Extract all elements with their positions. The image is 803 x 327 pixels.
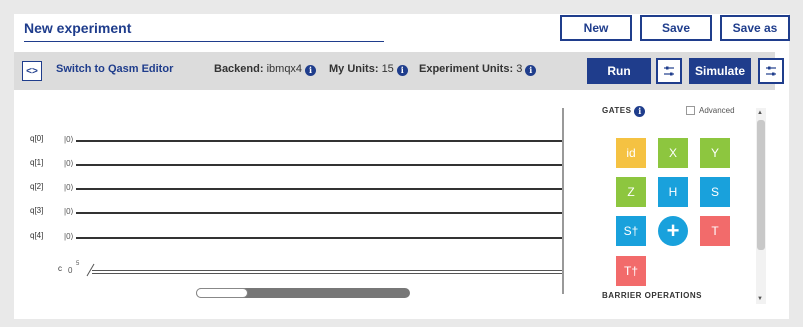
backend-info-icon[interactable]: i	[305, 65, 317, 76]
run-settings-button[interactable]	[656, 58, 682, 84]
gate-s-dagger[interactable]: S†	[616, 216, 646, 246]
title-underline	[24, 41, 384, 42]
circuit-panel-divider	[562, 108, 564, 294]
new-button[interactable]: New	[560, 15, 632, 41]
classical-wire-bottom	[92, 273, 562, 274]
simulate-settings-button[interactable]	[758, 58, 784, 84]
qubit-wire-1[interactable]	[76, 164, 562, 166]
save-as-button[interactable]: Save as	[720, 15, 790, 41]
vertical-scroll-thumb[interactable]	[757, 120, 765, 250]
my-units-info-icon[interactable]: i	[396, 65, 408, 76]
advanced-toggle[interactable]: Advanced	[686, 106, 735, 115]
gate-y[interactable]: Y	[700, 138, 730, 168]
experiment-units-info-icon[interactable]: i	[525, 65, 537, 76]
qubit-ket-0: |0⟩	[64, 135, 74, 144]
add-gate-button[interactable]: +	[658, 216, 688, 246]
qubit-wire-0[interactable]	[76, 140, 562, 142]
experiment-title[interactable]: New experiment	[24, 20, 131, 36]
gate-t-dagger[interactable]: T†	[616, 256, 646, 286]
experiment-units-value: 3	[516, 63, 523, 75]
backend-value[interactable]: ibmqx4	[267, 63, 302, 75]
qubit-ket-1: |0⟩	[64, 159, 74, 168]
switch-to-qasm-editor-link[interactable]: Switch to Qasm Editor	[56, 63, 173, 75]
gate-x[interactable]: X	[658, 138, 688, 168]
advanced-checkbox[interactable]	[686, 106, 695, 115]
settings-sliders-icon	[766, 66, 776, 76]
qubit-label-3: q[3]	[30, 206, 44, 215]
toolbar: <> Switch to Qasm Editor Backend: ibmqx4…	[14, 52, 784, 90]
gates-title: GATES	[602, 106, 632, 115]
qubit-ket-3: |0⟩	[64, 207, 74, 216]
backend-label: Backend:	[214, 63, 264, 75]
qubit-label-2: q[2]	[30, 182, 44, 191]
qubit-label-1: q[1]	[30, 158, 44, 167]
scroll-up-icon[interactable]: ▲	[757, 110, 763, 116]
save-button[interactable]: Save	[640, 15, 712, 41]
gates-heading: GATES i	[602, 106, 646, 117]
code-toggle-icon[interactable]: <>	[22, 61, 42, 81]
gate-s[interactable]: S	[700, 177, 730, 207]
qubit-ket-4: |0⟩	[64, 232, 74, 241]
qubit-label-0: q[0]	[30, 134, 44, 143]
gates-info-icon[interactable]: i	[634, 106, 646, 117]
scroll-down-icon[interactable]: ▼	[757, 296, 763, 302]
run-button[interactable]: Run	[587, 58, 651, 84]
qubit-ket-2: |0⟩	[64, 183, 74, 192]
simulate-button[interactable]: Simulate	[689, 58, 751, 84]
gate-t[interactable]: T	[700, 216, 730, 246]
barrier-operations-heading: BARRIER OPERATIONS	[602, 291, 702, 300]
qubit-wire-3[interactable]	[76, 212, 562, 214]
classical-register-value: 0	[68, 266, 73, 275]
gate-z[interactable]: Z	[616, 177, 646, 207]
my-units-label: My Units:	[329, 63, 379, 75]
gate-id[interactable]: id	[616, 138, 646, 168]
gate-h[interactable]: H	[658, 177, 688, 207]
my-units-value: 15	[381, 63, 394, 75]
classical-register-label: c	[58, 264, 62, 273]
horizontal-scroll-thumb[interactable]	[196, 288, 248, 298]
qubit-wire-4[interactable]	[76, 237, 562, 239]
classical-wire-top	[92, 270, 562, 271]
settings-sliders-icon	[664, 66, 674, 76]
my-units-info: My Units: 15 i	[329, 63, 408, 76]
qubit-wire-2[interactable]	[76, 188, 562, 190]
advanced-label: Advanced	[699, 106, 735, 115]
qubit-label-4: q[4]	[30, 231, 44, 240]
experiment-units-info: Experiment Units: 3i	[419, 63, 537, 76]
classical-register-bits: 5	[76, 261, 80, 267]
experiment-units-label: Experiment Units:	[419, 63, 514, 75]
backend-info: Backend: ibmqx4 i	[214, 63, 317, 76]
